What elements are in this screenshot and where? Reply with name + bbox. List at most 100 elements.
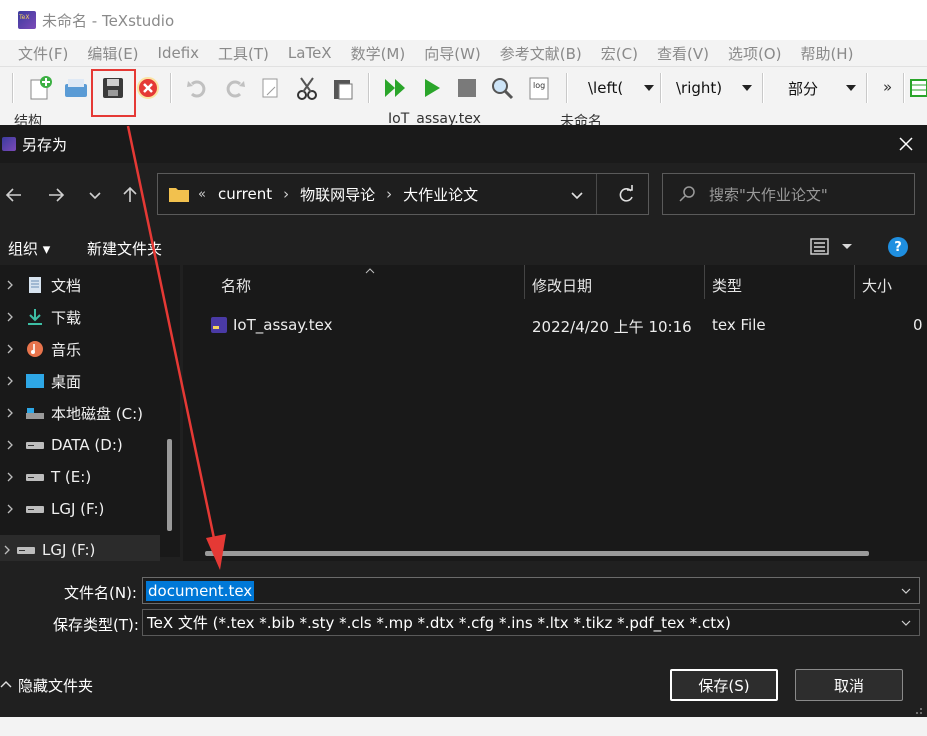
organize-menu[interactable]: 组织 ▾ (8, 238, 50, 259)
stop-icon[interactable] (452, 73, 482, 103)
chevron-down-icon[interactable] (901, 586, 911, 596)
compile-icon[interactable] (417, 73, 447, 103)
menu-edit[interactable]: 编辑(E) (87, 43, 138, 64)
filename-input[interactable]: document.tex (142, 577, 920, 604)
menu-options[interactable]: 选项(O) (728, 43, 782, 64)
file-type: tex File (712, 316, 766, 334)
breadcrumb-paper-folder[interactable]: 大作业论文 (403, 184, 478, 205)
nav-pane-scrollbar[interactable] (167, 439, 172, 531)
toolbar-overflow-button[interactable]: » (883, 78, 892, 96)
breadcrumb-current[interactable]: current (218, 185, 272, 203)
table-icon[interactable] (908, 73, 927, 103)
menu-latex[interactable]: LaTeX (288, 44, 332, 62)
menu-wizards[interactable]: 向导(W) (424, 43, 481, 64)
view-pdf-icon[interactable] (487, 73, 517, 103)
new-file-icon[interactable] (24, 73, 54, 103)
forward-button[interactable] (42, 181, 70, 209)
search-box[interactable]: 搜索"大作业论文" (662, 173, 915, 215)
toolbar-grip (12, 73, 14, 103)
hide-folders-label: 隐藏文件夹 (18, 676, 94, 695)
menu-macros[interactable]: 宏(C) (601, 43, 638, 64)
menu-view[interactable]: 查看(V) (657, 43, 709, 64)
column-name[interactable]: 名称 (221, 275, 251, 296)
resize-grip-icon[interactable] (911, 703, 923, 715)
refresh-icon[interactable] (616, 185, 636, 205)
view-dropdown-button[interactable] (840, 239, 854, 253)
menu-help[interactable]: 帮助(H) (800, 43, 853, 64)
chevron-right-icon[interactable] (5, 376, 15, 386)
chevron-right-icon[interactable] (5, 280, 15, 290)
up-button[interactable] (116, 181, 144, 209)
copy-icon[interactable] (256, 73, 286, 103)
nav-item-drive-c[interactable]: 本地磁盘 (C:) (0, 397, 178, 429)
recent-locations-button[interactable] (81, 181, 109, 209)
search-icon (679, 186, 695, 202)
redo-icon[interactable] (220, 73, 250, 103)
chevron-right-icon[interactable] (5, 440, 15, 450)
chevron-down-icon[interactable] (569, 187, 585, 203)
save-form: 文件名(N): document.tex 保存类型(T): TeX 文件 (*.… (0, 561, 927, 717)
app-title: 未命名 - TeXstudio (42, 11, 175, 30)
filetype-label: 保存类型(T): (53, 616, 139, 634)
nav-item-desktop[interactable]: 桌面 (0, 365, 178, 397)
chevron-right-icon[interactable] (5, 312, 15, 322)
nav-item-downloads[interactable]: 下载 (0, 301, 178, 333)
chevron-right-icon[interactable] (2, 545, 12, 555)
left-delimiter-combo[interactable]: \left( (580, 76, 658, 100)
paste-icon[interactable] (328, 73, 358, 103)
file-row[interactable]: IoT_assay.tex 2022/4/20 上午 10:16 tex Fil… (183, 309, 927, 341)
view-log-icon[interactable]: log (524, 73, 554, 103)
menu-math[interactable]: 数学(M) (351, 43, 406, 64)
chevron-right-icon[interactable] (5, 472, 15, 482)
right-delimiter-combo[interactable]: \right) (668, 76, 756, 100)
menu-idefix[interactable]: Idefix (158, 44, 200, 62)
column-size[interactable]: 大小 (862, 275, 892, 296)
drive-icon (26, 474, 44, 481)
breadcrumb-iot-intro[interactable]: 物联网导论 (300, 184, 375, 205)
undo-icon[interactable] (182, 73, 212, 103)
nav-item-music[interactable]: 音乐 (0, 333, 178, 365)
filename-label: 文件名(N): (64, 584, 137, 602)
back-button[interactable] (0, 181, 28, 209)
nav-item-drive-d[interactable]: DATA (D:) (0, 429, 178, 461)
menu-file[interactable]: 文件(F) (18, 43, 68, 64)
filetype-select[interactable]: TeX 文件 (*.tex *.bib *.sty *.cls *.mp *.d… (142, 609, 920, 636)
chevron-right-icon[interactable] (5, 408, 15, 418)
address-bar[interactable]: « current › 物联网导论 › 大作业论文 (157, 173, 649, 215)
nav-item-drive-e[interactable]: T (E:) (0, 461, 178, 493)
nav-item-label: DATA (D:) (51, 436, 123, 454)
help-icon[interactable]: ? (888, 237, 908, 257)
file-list-scrollbar[interactable] (205, 551, 869, 556)
nav-item-label: 桌面 (51, 372, 82, 391)
toolbar-separator (866, 73, 868, 103)
column-divider[interactable] (524, 265, 525, 299)
build-view-icon[interactable] (380, 73, 410, 103)
hide-folders-toggle[interactable]: 隐藏文件夹 (0, 669, 93, 701)
command-bar: 组织 ▾ 新建文件夹 ? (0, 229, 927, 265)
column-divider[interactable] (704, 265, 705, 299)
chevron-right-icon[interactable] (5, 344, 15, 354)
chevron-down-icon[interactable] (901, 618, 911, 628)
nav-item-documents[interactable]: 文档 (0, 269, 178, 301)
app-titlebar: 未命名 - TeXstudio (0, 0, 927, 40)
section-combo[interactable]: 部分 (780, 76, 860, 100)
new-folder-button[interactable]: 新建文件夹 (87, 238, 162, 259)
close-button[interactable] (893, 131, 919, 157)
close-file-icon[interactable] (133, 73, 163, 103)
menu-tools[interactable]: 工具(T) (218, 43, 269, 64)
file-list: 名称 修改日期 类型 大小 IoT_assay.tex 2022/4/20 上午… (183, 265, 927, 561)
column-divider[interactable] (854, 265, 855, 299)
save-button[interactable]: 保存(S) (670, 669, 778, 701)
address-divider (596, 174, 597, 214)
column-modified[interactable]: 修改日期 (532, 275, 592, 296)
nav-item-drive-f[interactable]: LGJ (F:) (0, 493, 178, 525)
section-value: 部分 (788, 79, 819, 98)
chevron-right-icon[interactable] (5, 504, 15, 514)
menu-bibliography[interactable]: 参考文献(B) (500, 43, 582, 64)
cancel-button[interactable]: 取消 (795, 669, 903, 701)
nav-item-label: 下载 (51, 308, 82, 327)
cut-icon[interactable] (292, 73, 322, 103)
view-options-button[interactable] (810, 237, 830, 257)
open-file-icon[interactable] (60, 73, 90, 103)
column-type[interactable]: 类型 (712, 275, 742, 296)
